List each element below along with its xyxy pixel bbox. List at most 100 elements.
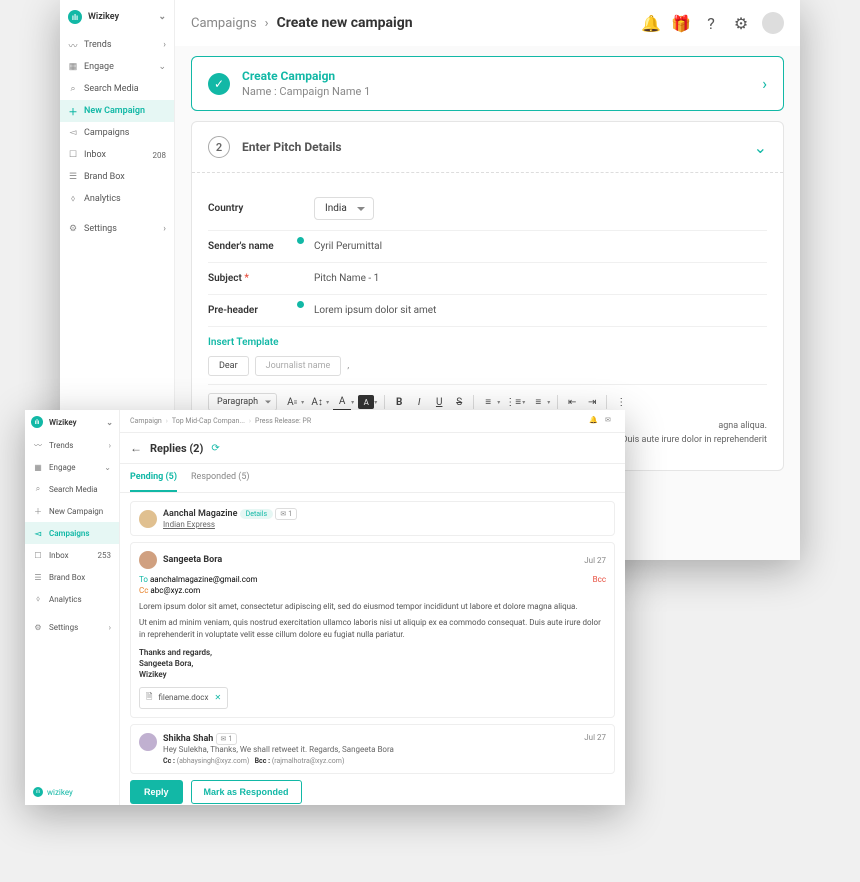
align-icon[interactable]: ≡ bbox=[479, 393, 497, 411]
mail-icon: ✉ bbox=[221, 735, 227, 743]
help-icon[interactable]: ? bbox=[702, 14, 720, 32]
overlay-sidebar: ılı Wizikey ⌄ 〰Trends› ▦Engage⌄ ⌕Search … bbox=[25, 410, 120, 805]
outdent-icon[interactable]: ⇤ bbox=[563, 393, 581, 411]
mark-responded-button[interactable]: Mark as Responded bbox=[191, 780, 302, 804]
bullet-list-icon[interactable]: ⋮≡ bbox=[504, 393, 522, 411]
sidebar-item-trends[interactable]: 〰Trends› bbox=[25, 434, 119, 456]
sender-input[interactable]: Cyril Perumittal bbox=[314, 241, 382, 252]
brand[interactable]: ılı Wizikey ⌄ bbox=[25, 410, 119, 434]
italic-icon[interactable]: I bbox=[410, 393, 428, 411]
brand[interactable]: ılı Wizikey ⌄ bbox=[60, 0, 174, 34]
trend-icon: 〰 bbox=[33, 440, 43, 450]
overlay-window: ılı Wizikey ⌄ 〰Trends› ▦Engage⌄ ⌕Search … bbox=[25, 410, 625, 805]
editor-greeting: Dear Journalist name , bbox=[208, 356, 767, 376]
font-color-icon[interactable]: A bbox=[333, 393, 351, 411]
bold-icon[interactable]: B bbox=[390, 393, 408, 411]
more-icon[interactable]: ⋮ bbox=[612, 393, 630, 411]
sidebar-item-new-campaign[interactable]: ＋New Campaign bbox=[25, 500, 119, 522]
refresh-icon[interactable]: ⟳ bbox=[211, 443, 219, 454]
sidebar-item-inbox[interactable]: ☐Inbox253 bbox=[25, 544, 119, 566]
avatar bbox=[139, 510, 157, 528]
paragraph-select[interactable]: Paragraph bbox=[208, 393, 277, 411]
details-chip[interactable]: Details bbox=[240, 509, 273, 519]
tab-pending[interactable]: Pending (5) bbox=[130, 464, 177, 492]
sidebar-item-campaigns[interactable]: ◅ Campaigns bbox=[60, 122, 174, 144]
gear-icon: ⚙ bbox=[33, 622, 43, 632]
sidebar-item-settings[interactable]: ⚙ Settings › bbox=[60, 218, 174, 240]
search-icon: ⌕ bbox=[33, 484, 43, 494]
font-size-icon[interactable]: A≡ bbox=[283, 393, 301, 411]
sidebar-item-engage[interactable]: ▦Engage⌄ bbox=[25, 456, 119, 478]
reply-date: Jul 27 bbox=[584, 556, 606, 565]
strikethrough-icon[interactable]: S bbox=[450, 393, 468, 411]
remove-attachment-icon[interactable]: ✕ bbox=[214, 693, 221, 702]
brand-name: Wizikey bbox=[49, 418, 77, 427]
brand-logo-icon: ılı bbox=[33, 787, 43, 797]
indicator-dot bbox=[297, 237, 304, 244]
pill-journalist-name[interactable]: Journalist name bbox=[255, 356, 342, 376]
to-label: To bbox=[139, 575, 148, 584]
cc-label: Cc bbox=[139, 586, 148, 595]
sidebar-item-campaigns[interactable]: ◅Campaigns bbox=[25, 522, 119, 544]
country-value: India bbox=[325, 203, 347, 214]
step2-title: Enter Pitch Details bbox=[242, 140, 342, 154]
sidebar-item-inbox[interactable]: ☐ Inbox 208 bbox=[60, 144, 174, 166]
indent-icon[interactable]: ⇥ bbox=[583, 393, 601, 411]
chevron-right-icon: › bbox=[762, 74, 767, 93]
sidebar-item-analytics[interactable]: ⬨ Analytics bbox=[60, 188, 174, 210]
chevron-down-icon: ⌄ bbox=[158, 12, 166, 22]
topbar: Campaigns › Create new campaign 🔔 🎁 ? ⚙ bbox=[175, 0, 800, 46]
sidebar-item-brand-box[interactable]: ☰Brand Box bbox=[25, 566, 119, 588]
chevron-down-icon: ⌄ bbox=[158, 62, 166, 72]
chevron-down-icon: ⌄ bbox=[106, 418, 113, 427]
underline-icon[interactable]: U bbox=[430, 393, 448, 411]
sidebar-item-search-media[interactable]: ⌕ Search Media bbox=[60, 78, 174, 100]
user-avatar[interactable] bbox=[762, 12, 784, 34]
breadcrumb-parent[interactable]: Campaigns bbox=[191, 16, 257, 31]
sidebar-item-new-campaign[interactable]: ＋ New Campaign bbox=[60, 100, 174, 122]
reply-2[interactable]: Shikha Shah ✉1 Hey Sulekha, Thanks, We s… bbox=[130, 724, 615, 774]
numbered-list-icon[interactable]: ≡ bbox=[529, 393, 547, 411]
overlay-breadcrumb: Campaign› Top Mid-Cap Compan...› Press R… bbox=[120, 410, 625, 433]
bcc-label[interactable]: Bcc bbox=[593, 575, 606, 584]
bell-icon[interactable]: 🔔 bbox=[589, 416, 599, 426]
pill-dear[interactable]: Dear bbox=[208, 356, 249, 376]
tab-responded[interactable]: Responded (5) bbox=[191, 464, 250, 492]
subject-label: Subject * bbox=[208, 273, 298, 284]
sidebar-item-settings[interactable]: ⚙Settings› bbox=[25, 616, 119, 638]
sidebar-item-search-media[interactable]: ⌕Search Media bbox=[25, 478, 119, 500]
sidebar-item-brand-box[interactable]: ☰ Brand Box bbox=[60, 166, 174, 188]
country-select[interactable]: India bbox=[314, 197, 374, 220]
reply-button[interactable]: Reply bbox=[130, 780, 183, 804]
chevron-down-icon: ⌄ bbox=[754, 138, 767, 157]
rich-text-toolbar: Paragraph A≡▾ A↕▾ A▾ A▾ B I U S ≡▾ ⋮≡▾ ≡… bbox=[208, 384, 767, 411]
gear-icon[interactable]: ⚙ bbox=[732, 14, 750, 32]
preheader-input[interactable]: Lorem ipsum dolor sit amet bbox=[314, 305, 436, 316]
bell-icon[interactable]: 🔔 bbox=[642, 14, 660, 32]
contact-name: Aanchal Magazine bbox=[163, 509, 237, 519]
sidebar-item-analytics[interactable]: ⬨Analytics bbox=[25, 588, 119, 610]
gift-icon[interactable]: 🎁 bbox=[672, 14, 690, 32]
step1-card[interactable]: ✓ Create Campaign Name : Campaign Name 1… bbox=[191, 56, 784, 111]
step2-header[interactable]: 2 Enter Pitch Details ⌄ bbox=[192, 122, 783, 173]
sidebar-item-label: Inbox bbox=[84, 150, 106, 160]
reply-body: Lorem ipsum dolor sit amet, consectetur … bbox=[139, 601, 606, 641]
mail-icon[interactable]: ✉ bbox=[605, 416, 615, 426]
reply-date: Jul 27 bbox=[584, 733, 606, 765]
highlight-icon[interactable]: A bbox=[358, 395, 374, 409]
attachment[interactable]: 🗎 filename.docx ✕ bbox=[139, 687, 228, 709]
plus-icon: ＋ bbox=[33, 506, 43, 516]
font-family-icon[interactable]: A↕ bbox=[308, 393, 326, 411]
contact-header[interactable]: Aanchal Magazine Details ✉1 Indian Expre… bbox=[130, 501, 615, 536]
insert-template-link[interactable]: Insert Template bbox=[208, 337, 279, 348]
sidebar-item-label: Trends bbox=[84, 40, 111, 50]
sidebar-item-label: Engage bbox=[84, 62, 114, 72]
sidebar-item-trends[interactable]: 〰 Trends › bbox=[60, 34, 174, 56]
back-arrow-icon[interactable]: ← bbox=[130, 441, 142, 455]
breadcrumb: Campaigns › Create new campaign bbox=[191, 15, 413, 31]
contact-org[interactable]: Indian Express bbox=[163, 520, 297, 529]
sidebar-item-engage[interactable]: ▦ Engage ⌄ bbox=[60, 56, 174, 78]
chevron-right-icon: › bbox=[163, 224, 166, 234]
brand-name: Wizikey bbox=[88, 12, 119, 22]
subject-input[interactable]: Pitch Name - 1 bbox=[314, 273, 379, 284]
